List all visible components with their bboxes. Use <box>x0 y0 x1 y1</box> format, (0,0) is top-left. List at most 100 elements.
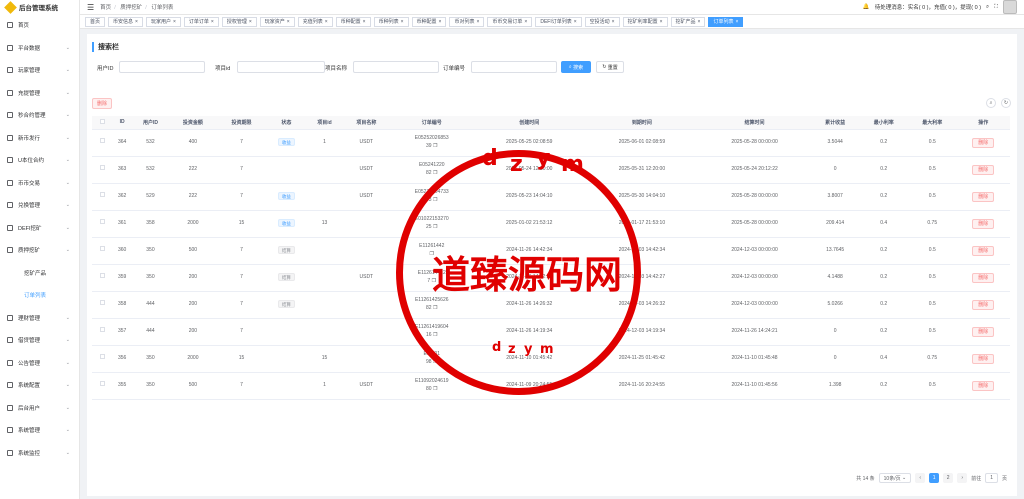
close-icon[interactable]: × <box>135 19 138 25</box>
row-delete-button[interactable]: 删除 <box>972 137 995 148</box>
tab[interactable]: 订单订单 × <box>183 16 219 27</box>
close-icon[interactable]: × <box>524 19 527 25</box>
search-toggle-icon[interactable]: ⌕ <box>986 98 996 108</box>
sidebar-item[interactable]: 平台数据 ⌄ <box>0 37 79 60</box>
close-icon[interactable]: × <box>698 19 701 25</box>
next-page-button[interactable]: › <box>957 473 968 483</box>
tab[interactable]: 首页 <box>85 16 106 27</box>
row-checkbox[interactable] <box>99 138 105 144</box>
close-icon[interactable]: × <box>476 19 479 25</box>
sidebar-item[interactable]: 后台用户 ⌄ <box>0 397 79 420</box>
tab[interactable]: 挖矿利率配置 × <box>622 16 668 27</box>
tab[interactable]: 币对列表 × <box>449 16 485 27</box>
page-2-button[interactable]: 2 <box>943 473 954 483</box>
sidebar-item[interactable]: 兑换管理 ⌄ <box>0 194 79 217</box>
search-icon[interactable]: ⌕ <box>986 4 989 11</box>
tab[interactable]: 授权管理 × <box>221 16 257 27</box>
sidebar-item[interactable]: 质押挖矿 ⌄ <box>0 239 79 262</box>
project-name-input[interactable] <box>353 61 439 73</box>
tab[interactable]: DEFI订单列表 × <box>535 16 582 27</box>
sidebar-item[interactable]: 秒合约管理 ⌄ <box>0 104 79 127</box>
sidebar-item[interactable]: 币币交易 ⌄ <box>0 172 79 195</box>
page-1-button[interactable]: 1 <box>929 473 940 483</box>
sidebar-item[interactable]: 玩家管理 ⌄ <box>0 59 79 82</box>
sidebar-item[interactable]: 系统监控 ⌄ <box>0 442 79 465</box>
tab[interactable]: 玩家用户 × <box>145 16 181 27</box>
bell-icon[interactable]: 🔔 <box>863 4 870 10</box>
close-icon[interactable]: × <box>735 19 738 25</box>
tab[interactable]: 订单列表 × <box>708 16 744 27</box>
close-icon[interactable]: × <box>612 19 615 25</box>
goto-input[interactable]: 1 <box>985 473 998 483</box>
tab[interactable]: 币种列表 × <box>373 16 409 27</box>
copy-icon[interactable]: ❐ <box>432 359 438 365</box>
row-delete-button[interactable]: 删除 <box>972 353 995 364</box>
sidebar-item[interactable]: 新币发行 ⌄ <box>0 127 79 150</box>
close-icon[interactable]: × <box>287 19 290 25</box>
row-delete-button[interactable]: 删除 <box>972 299 995 310</box>
row-checkbox[interactable] <box>99 381 105 387</box>
tab[interactable]: 玩家资产 × <box>259 16 295 27</box>
row-delete-button[interactable]: 删除 <box>972 218 995 229</box>
sidebar-item[interactable]: 借贷管理 ⌄ <box>0 329 79 352</box>
breadcrumb-item[interactable]: 首页 <box>100 5 111 11</box>
fullscreen-icon[interactable]: ⛶ <box>994 4 998 11</box>
row-delete-button[interactable]: 删除 <box>972 326 995 337</box>
sidebar-item[interactable]: DEFI挖矿 ⌄ <box>0 217 79 240</box>
row-checkbox[interactable] <box>99 273 105 279</box>
delete-button[interactable]: 删除 <box>92 98 112 109</box>
sidebar-subitem[interactable]: 挖矿产品 <box>0 262 79 285</box>
row-checkbox[interactable] <box>99 327 105 333</box>
hamburger-icon[interactable]: ☰ <box>87 3 94 12</box>
row-checkbox[interactable] <box>99 219 105 225</box>
copy-icon[interactable]: ❐ <box>432 170 438 176</box>
close-icon[interactable]: × <box>249 19 252 25</box>
copy-icon[interactable]: ❐ <box>430 278 437 284</box>
tab[interactable]: 币种配置 × <box>411 16 447 27</box>
page-size-select[interactable]: 10条/页 ⌄ <box>878 473 912 483</box>
close-icon[interactable]: × <box>574 19 577 25</box>
close-icon[interactable]: × <box>363 19 366 25</box>
row-checkbox[interactable] <box>99 192 105 198</box>
sidebar-subitem[interactable]: 订单列表 <box>0 284 79 307</box>
tab[interactable]: 充值列表 × <box>297 16 333 27</box>
pending-notice[interactable]: 待处理消息：实名( 0 )，充值( 0 )，提现( 0 ) <box>875 3 981 11</box>
row-delete-button[interactable]: 删除 <box>972 164 995 175</box>
row-checkbox[interactable] <box>99 246 105 252</box>
search-button[interactable]: ⌕ 搜索 <box>561 61 591 73</box>
sidebar-item[interactable]: 充提管理 ⌄ <box>0 82 79 105</box>
tab[interactable]: 币安信息 × <box>108 16 143 27</box>
project-id-input[interactable] <box>237 61 325 73</box>
refresh-icon[interactable]: ↻ <box>1001 98 1011 108</box>
sidebar-item[interactable]: U本位合约 ⌄ <box>0 149 79 172</box>
close-icon[interactable]: × <box>660 19 663 25</box>
row-checkbox[interactable] <box>99 300 105 306</box>
user-id-input[interactable] <box>119 61 205 73</box>
copy-icon[interactable]: ❐ <box>432 332 438 338</box>
row-checkbox[interactable] <box>99 354 105 360</box>
tab[interactable]: 币币交易订单 × <box>487 16 533 27</box>
tab[interactable]: 币种配置 × <box>335 16 371 27</box>
copy-icon[interactable]: ❐ <box>432 197 438 203</box>
close-icon[interactable]: × <box>173 19 176 25</box>
sidebar-item[interactable]: 首页 <box>0 14 79 37</box>
avatar[interactable] <box>1003 0 1017 14</box>
column-header-select[interactable] <box>92 116 112 130</box>
copy-icon[interactable]: ❐ <box>432 143 438 149</box>
sidebar-item[interactable]: 系统配置 ⌄ <box>0 374 79 397</box>
row-delete-button[interactable]: 删除 <box>972 380 995 391</box>
copy-icon[interactable]: ❐ <box>430 251 434 257</box>
prev-page-button[interactable]: ‹ <box>915 473 926 483</box>
close-icon[interactable]: × <box>211 19 214 25</box>
copy-icon[interactable]: ❐ <box>432 386 438 392</box>
close-icon[interactable]: × <box>439 19 442 25</box>
close-icon[interactable]: × <box>325 19 328 25</box>
sidebar-item[interactable]: 公告管理 ⌄ <box>0 352 79 375</box>
order-no-input[interactable] <box>471 61 557 73</box>
sidebar-item[interactable]: 理财管理 ⌄ <box>0 307 79 330</box>
row-delete-button[interactable]: 删除 <box>972 272 995 283</box>
tab[interactable]: 挖矿产品 × <box>670 16 706 27</box>
reset-button[interactable]: ↻ 重置 <box>596 61 624 73</box>
row-delete-button[interactable]: 删除 <box>972 191 995 202</box>
breadcrumb-item[interactable]: 质押挖矿 <box>120 5 142 11</box>
